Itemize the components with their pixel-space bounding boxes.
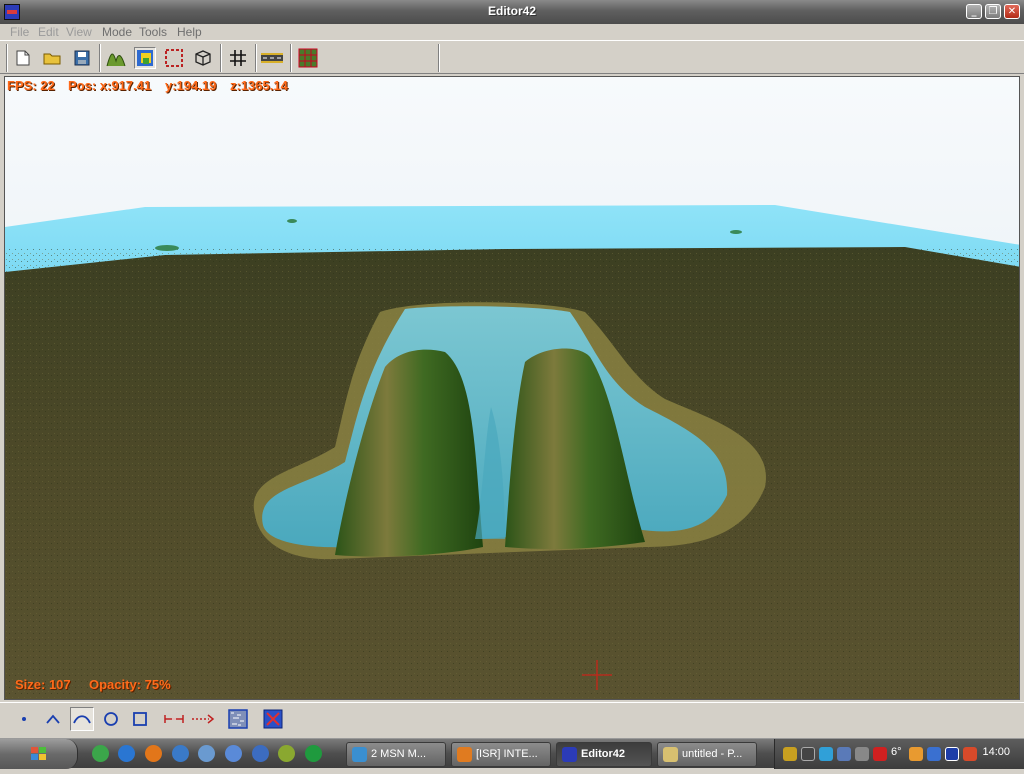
- tile-grid-icon[interactable]: [297, 47, 319, 69]
- tray-steam-icon[interactable]: [801, 747, 815, 761]
- tray-security-icon[interactable]: [963, 747, 977, 761]
- new-file-icon[interactable]: [12, 47, 34, 69]
- quicklaunch-ie-icon[interactable]: [118, 745, 135, 762]
- brush-opacity-readout: Opacity: 75%: [89, 677, 171, 692]
- brush-circle-icon[interactable]: [99, 707, 123, 731]
- tray-media-play-icon[interactable]: [945, 747, 959, 761]
- main-toolbar: [0, 42, 1024, 74]
- window-title: Editor42: [487, 4, 536, 18]
- tray-network-icon[interactable]: [819, 747, 833, 761]
- menu-tools[interactable]: Tools: [139, 25, 167, 39]
- msn-task-icon: [352, 747, 367, 762]
- terrain-height-icon[interactable]: [105, 47, 127, 69]
- terrain-paint-icon[interactable]: [134, 47, 156, 69]
- position-z-readout: z:1365.14: [230, 78, 288, 93]
- tray-temperature[interactable]: 6°: [891, 746, 902, 758]
- brush-smooth-icon[interactable]: [70, 707, 94, 731]
- tray-display-icon[interactable]: [837, 747, 851, 761]
- save-disk-icon[interactable]: [71, 47, 93, 69]
- quicklaunch-triangle-icon[interactable]: [278, 745, 295, 762]
- paint-task-icon: [663, 747, 678, 762]
- tray-sync-icon[interactable]: [927, 747, 941, 761]
- task-paint-label: untitled - P...: [682, 748, 743, 760]
- grid-icon[interactable]: [227, 47, 249, 69]
- open-folder-icon[interactable]: [41, 47, 63, 69]
- menu-file[interactable]: File: [10, 25, 29, 39]
- brush-square-icon[interactable]: [128, 707, 152, 731]
- minimize-button[interactable]: _: [966, 4, 982, 19]
- menu-help[interactable]: Help: [177, 25, 202, 39]
- editor42-task-icon: [562, 747, 577, 762]
- task-msn[interactable]: 2 MSN M...: [346, 742, 446, 767]
- menu-view[interactable]: View: [66, 25, 92, 39]
- menu-edit[interactable]: Edit: [38, 25, 59, 39]
- windows-taskbar: 2 MSN M... [ISR] INTE... Editor42 untitl…: [0, 738, 1024, 769]
- brush-peak-icon[interactable]: [41, 707, 65, 731]
- 3d-viewport[interactable]: FPS: 22 Pos: x:917.41 y:194.19 z:1365.14…: [4, 76, 1020, 700]
- task-editor42-label: Editor42: [581, 748, 626, 760]
- brush-toolbar: [0, 702, 1024, 732]
- taskbar-clock[interactable]: 14:00: [982, 746, 1010, 758]
- task-msn-label: 2 MSN M...: [371, 748, 427, 760]
- title-bar[interactable]: Editor42 _ ❐ ✕: [0, 0, 1024, 24]
- tray-volume-icon[interactable]: [855, 747, 869, 761]
- brush-size-readout: Size: 107: [15, 677, 71, 692]
- quicklaunch-player-icon[interactable]: [252, 745, 269, 762]
- firefox-task-icon: [457, 747, 472, 762]
- tray-ati-icon[interactable]: [873, 747, 887, 761]
- quicklaunch-xbox-icon[interactable]: [305, 745, 322, 762]
- quicklaunch-search-icon[interactable]: [172, 745, 189, 762]
- quicklaunch-refresh-icon[interactable]: [92, 745, 109, 762]
- road-icon[interactable]: [261, 47, 283, 69]
- measure-distance-icon[interactable]: [162, 707, 186, 731]
- tray-app-icon[interactable]: [783, 747, 797, 761]
- task-paint[interactable]: untitled - P...: [657, 742, 757, 767]
- quicklaunch-messenger-icon[interactable]: [198, 745, 215, 762]
- brush-point-icon[interactable]: [12, 707, 36, 731]
- noise-texture-icon[interactable]: [226, 707, 250, 731]
- windows-logo-icon: [31, 747, 46, 760]
- dotted-arrow-icon[interactable]: [191, 707, 215, 731]
- menu-mode[interactable]: Mode: [102, 25, 132, 39]
- selection-border-icon[interactable]: [163, 47, 185, 69]
- position-y-readout: y:194.19: [165, 78, 217, 93]
- start-button[interactable]: [0, 739, 78, 769]
- fit-view-icon[interactable]: [261, 707, 285, 731]
- object-cube-icon[interactable]: [192, 47, 214, 69]
- task-browser[interactable]: [ISR] INTE...: [451, 742, 551, 767]
- task-editor42[interactable]: Editor42: [556, 742, 652, 767]
- position-x-readout: Pos: x:917.41: [68, 78, 152, 93]
- quicklaunch-firefox-icon[interactable]: [145, 745, 162, 762]
- editor-window: Editor42 _ ❐ ✕ File Edit View Mode Tools…: [0, 0, 1024, 738]
- restore-button[interactable]: ❐: [985, 4, 1001, 19]
- close-button[interactable]: ✕: [1004, 4, 1020, 19]
- menu-bar: File Edit View Mode Tools Help: [0, 24, 1024, 41]
- system-tray: 6° 14:00: [774, 739, 1024, 769]
- tray-weather-icon[interactable]: [909, 747, 923, 761]
- fps-readout: FPS: 22: [7, 78, 55, 93]
- task-browser-label: [ISR] INTE...: [476, 748, 538, 760]
- quicklaunch-media-icon[interactable]: [225, 745, 242, 762]
- terrain-scene: [5, 77, 1019, 699]
